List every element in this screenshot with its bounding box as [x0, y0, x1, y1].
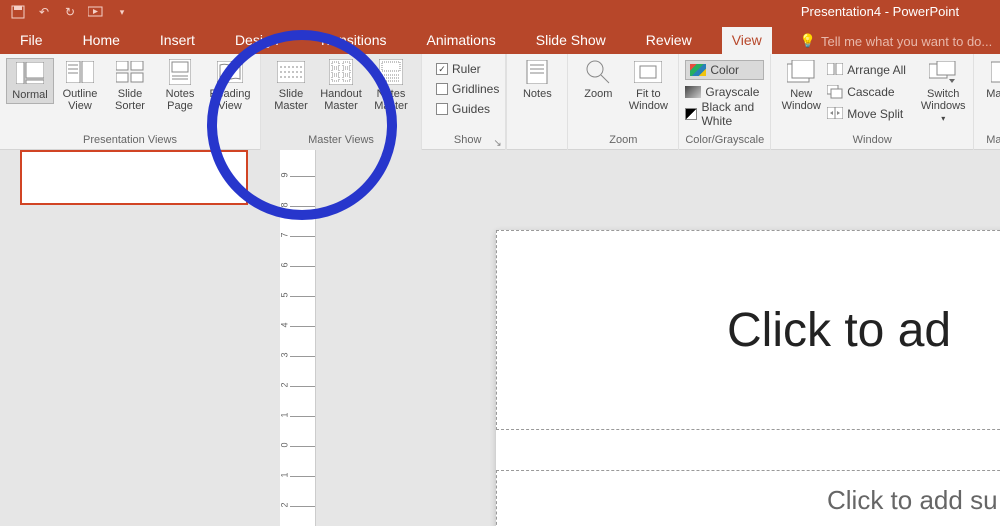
group-label-macros: Macros — [980, 132, 1000, 148]
arrange-all-button[interactable]: Arrange All — [827, 60, 917, 80]
slide-master-button[interactable]: Slide Master — [267, 58, 315, 114]
color-swatch-icon — [690, 64, 706, 76]
group-notes: Notes — [506, 54, 568, 150]
slide[interactable]: Click to ad Click to add su — [496, 230, 1000, 526]
workspace: 9 8 7 6 5 4 3 2 1 0 1 2 Click to ad Clic… — [0, 150, 1000, 526]
zoom-button[interactable]: Zoom — [574, 58, 622, 102]
fit-to-window-button[interactable]: Fit to Window — [624, 58, 672, 114]
tab-home[interactable]: Home — [73, 27, 130, 54]
slide-thumbnail-1[interactable] — [20, 150, 248, 205]
dialog-launcher-icon[interactable]: ↘ — [493, 138, 503, 148]
slide-sorter-button[interactable]: Slide Sorter — [106, 58, 154, 114]
reading-view-button[interactable]: Reading View — [206, 58, 254, 114]
cascade-icon — [827, 85, 843, 99]
cascade-button[interactable]: Cascade — [827, 82, 917, 102]
group-label-notes — [513, 132, 561, 148]
color-button[interactable]: Color — [685, 60, 764, 80]
chevron-down-icon: ▾ — [941, 114, 945, 123]
group-label-master-views: Master Views — [267, 132, 415, 148]
slide-thumbnails-panel[interactable] — [0, 150, 280, 526]
lightbulb-icon: 💡 — [800, 33, 816, 49]
vertical-ruler: 9 8 7 6 5 4 3 2 1 0 1 2 — [280, 150, 316, 526]
grayscale-swatch-icon — [685, 86, 701, 98]
switch-windows-button[interactable]: Switch Windows ▾ — [919, 58, 967, 127]
group-master-views: Slide Master Handout Master Notes Master… — [261, 54, 422, 150]
group-show: Ruler Gridlines Guides Show ↘ — [422, 54, 506, 150]
move-split-icon — [827, 107, 843, 121]
checkbox-icon — [436, 63, 448, 75]
grayscale-button[interactable]: Grayscale — [685, 82, 764, 102]
start-from-beginning-icon[interactable] — [88, 4, 104, 20]
qat-customize-icon[interactable]: ▾ — [114, 4, 130, 20]
tab-design[interactable]: Design — [225, 27, 289, 54]
outline-view-button[interactable]: Outline View — [56, 58, 104, 114]
ribbon: Normal Outline View Slide Sorter Notes P… — [0, 54, 1000, 150]
notes-master-button[interactable]: Notes Master — [367, 58, 415, 114]
handout-master-button[interactable]: Handout Master — [317, 58, 365, 114]
tab-animations[interactable]: Animations — [416, 27, 505, 54]
tell-me-box[interactable]: 💡 Tell me what you want to do... — [800, 33, 992, 49]
quick-access-toolbar: ↶ ↻ ▾ — [0, 4, 130, 20]
arrange-all-icon — [827, 63, 843, 77]
ribbon-tabs: File Home Insert Design Transitions Anim… — [0, 24, 1000, 54]
slide-canvas[interactable]: Click to ad Click to add su — [316, 150, 1000, 526]
checkbox-icon — [436, 103, 448, 115]
group-label-presentation-views: Presentation Views — [6, 132, 254, 148]
undo-icon[interactable]: ↶ — [36, 4, 52, 20]
redo-icon[interactable]: ↻ — [62, 4, 78, 20]
subtitle-placeholder[interactable]: Click to add su — [496, 470, 1000, 526]
guides-checkbox[interactable]: Guides — [436, 100, 499, 118]
group-macros: Macros Macros — [974, 54, 1000, 150]
group-label-show: Show — [436, 132, 499, 148]
notes-button[interactable]: Notes — [513, 58, 561, 102]
group-color-grayscale: Color Grayscale Black and White Color/Gr… — [679, 54, 771, 150]
tab-view[interactable]: View — [722, 27, 772, 54]
group-label-window: Window — [777, 132, 967, 148]
tab-transitions[interactable]: Transitions — [309, 27, 397, 54]
group-label-color-grayscale: Color/Grayscale — [685, 132, 764, 148]
black-and-white-button[interactable]: Black and White — [685, 104, 764, 124]
group-presentation-views: Normal Outline View Slide Sorter Notes P… — [0, 54, 261, 150]
tab-insert[interactable]: Insert — [150, 27, 205, 54]
new-window-button[interactable]: New Window — [777, 58, 825, 114]
normal-button[interactable]: Normal — [6, 58, 54, 104]
checkbox-icon — [436, 83, 448, 95]
group-label-zoom: Zoom — [574, 132, 672, 148]
notes-page-button[interactable]: Notes Page — [156, 58, 204, 114]
ruler-checkbox[interactable]: Ruler — [436, 60, 499, 78]
bw-swatch-icon — [685, 108, 697, 120]
move-split-button[interactable]: Move Split — [827, 104, 917, 124]
tab-file[interactable]: File — [10, 27, 53, 54]
gridlines-checkbox[interactable]: Gridlines — [436, 80, 499, 98]
tab-slideshow[interactable]: Slide Show — [526, 27, 616, 54]
macros-button[interactable]: Macros — [980, 58, 1000, 102]
group-window: New Window Arrange All Cascade Move Spli… — [771, 54, 974, 150]
save-icon[interactable] — [10, 4, 26, 20]
title-bar: ↶ ↻ ▾ Presentation4 - PowerPoint — [0, 0, 1000, 24]
tell-me-placeholder: Tell me what you want to do... — [821, 34, 992, 49]
group-zoom: Zoom Fit to Window Zoom — [568, 54, 679, 150]
tab-review[interactable]: Review — [636, 27, 702, 54]
title-placeholder[interactable]: Click to ad — [496, 230, 1000, 430]
window-title: Presentation4 - PowerPoint — [801, 4, 959, 19]
